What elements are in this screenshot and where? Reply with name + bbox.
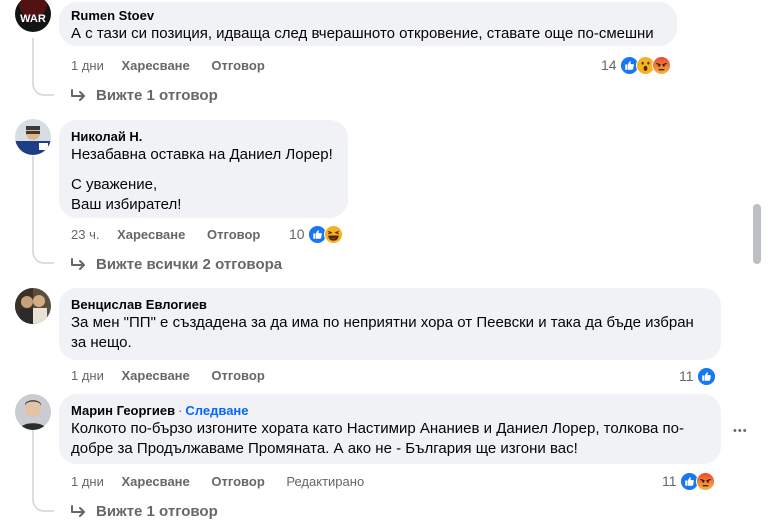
thread-connector <box>32 494 54 512</box>
avatar-logo-text: WAR <box>20 13 46 25</box>
reaction-summary[interactable]: 14 <box>601 55 671 75</box>
reaction-summary[interactable]: 10 <box>289 224 343 244</box>
scrollbar-thumb[interactable] <box>753 204 761 264</box>
comment-author[interactable]: Марин Георгиев <box>71 403 175 418</box>
comment-timestamp[interactable]: 23 ч. <box>71 227 99 243</box>
separator-dot: · <box>178 403 183 418</box>
comment-author-row: Марин Георгиев · Следване <box>71 402 709 419</box>
avatar-image <box>15 394 51 430</box>
comment-text: Ваш избирател! <box>71 196 182 213</box>
comment-text: За мен "ПП" е създадена за да има по неп… <box>71 314 694 331</box>
comment-author[interactable]: Rumen Stoev <box>71 7 665 24</box>
avatar-image: WAR <box>15 0 51 32</box>
reaction-summary[interactable]: 11 <box>662 471 715 491</box>
reply-button[interactable]: Отговор <box>211 368 264 384</box>
more-options-button[interactable]: ••• <box>733 426 748 437</box>
avatar[interactable] <box>15 288 51 324</box>
reply-arrow-icon <box>71 504 85 517</box>
avatar-image <box>15 119 51 155</box>
thread-line <box>32 430 34 502</box>
reply-button[interactable]: Отговор <box>211 58 264 74</box>
view-replies-link[interactable]: Вижте 1 отговор <box>70 503 218 520</box>
thread-connector <box>32 246 54 264</box>
avatar[interactable]: WAR <box>15 0 51 32</box>
follow-button[interactable]: Следване <box>185 403 248 418</box>
like-button[interactable]: Харесване <box>117 227 185 243</box>
avatar-image <box>15 288 51 324</box>
comment-author[interactable]: Николай Н. <box>71 128 336 145</box>
comment-text: Колкото по-бързо изгоните хората като На… <box>71 420 684 437</box>
view-replies-label: Вижте 1 отговор <box>96 87 218 104</box>
view-replies-link[interactable]: Вижте всички 2 отговора <box>70 256 282 273</box>
comment-timestamp[interactable]: 1 дни <box>71 474 104 490</box>
thread-connector <box>32 78 54 96</box>
comment-text: С уважение, <box>71 176 158 193</box>
haha-icon <box>323 224 343 244</box>
view-replies-label: Вижте всички 2 отговора <box>96 256 283 273</box>
reply-button[interactable]: Отговор <box>207 227 260 243</box>
avatar[interactable] <box>15 394 51 430</box>
comment-actions: 23 ч. Харесване Отговор <box>71 227 278 243</box>
comment-bubble: Венцислав Евлогиев За мен "ПП" е създаде… <box>59 288 721 360</box>
angry-icon <box>695 471 715 491</box>
comment-text: Незабавна оставка на Даниел Лорер! <box>71 146 333 163</box>
comment-actions: 1 дни Харесване Отговор <box>71 368 283 384</box>
angry-icon <box>651 55 671 75</box>
view-replies-link[interactable]: Вижте 1 отговор <box>70 87 218 104</box>
reaction-count: 11 <box>662 473 677 489</box>
view-replies-label: Вижте 1 отговор <box>96 503 218 520</box>
like-icon <box>696 366 716 386</box>
thread-line <box>32 156 34 254</box>
comment-bubble: Марин Георгиев · Следване Колкото по-бързо… <box>59 394 721 464</box>
comment-actions: 1 дни Харесване Отговор <box>71 58 283 74</box>
comment-text <box>71 165 336 175</box>
like-button[interactable]: Харесване <box>122 58 190 74</box>
reaction-summary[interactable]: 11 <box>679 366 716 386</box>
comment-text: добре за Продължаваме Промяната. А ако н… <box>71 440 578 457</box>
comment-text: за нещо. <box>71 334 132 351</box>
comment-bubble: Николай Н. Незабавна оставка на Даниел Л… <box>59 120 348 218</box>
edited-label: Редактирано <box>286 474 365 489</box>
reply-arrow-icon <box>71 88 85 101</box>
reply-button[interactable]: Отговор <box>211 474 264 490</box>
like-button[interactable]: Харесване <box>122 368 190 384</box>
like-button[interactable]: Харесване <box>122 474 190 490</box>
comment-text: А с тази си позиция, идваща след вчерашн… <box>71 25 654 42</box>
comment-timestamp[interactable]: 1 дни <box>71 58 104 74</box>
reaction-count: 10 <box>289 226 305 242</box>
avatar[interactable] <box>15 119 51 155</box>
reaction-count: 14 <box>601 57 617 73</box>
reaction-count: 11 <box>679 368 694 384</box>
comment-timestamp[interactable]: 1 дни <box>71 368 104 384</box>
comment-actions: 1 дни Харесване Отговор Редактирано <box>71 474 364 490</box>
comment-author[interactable]: Венцислав Евлогиев <box>71 296 709 313</box>
reply-arrow-icon <box>71 257 85 270</box>
comment-bubble: Rumen Stoev А с тази си позиция, идваща … <box>59 2 677 46</box>
